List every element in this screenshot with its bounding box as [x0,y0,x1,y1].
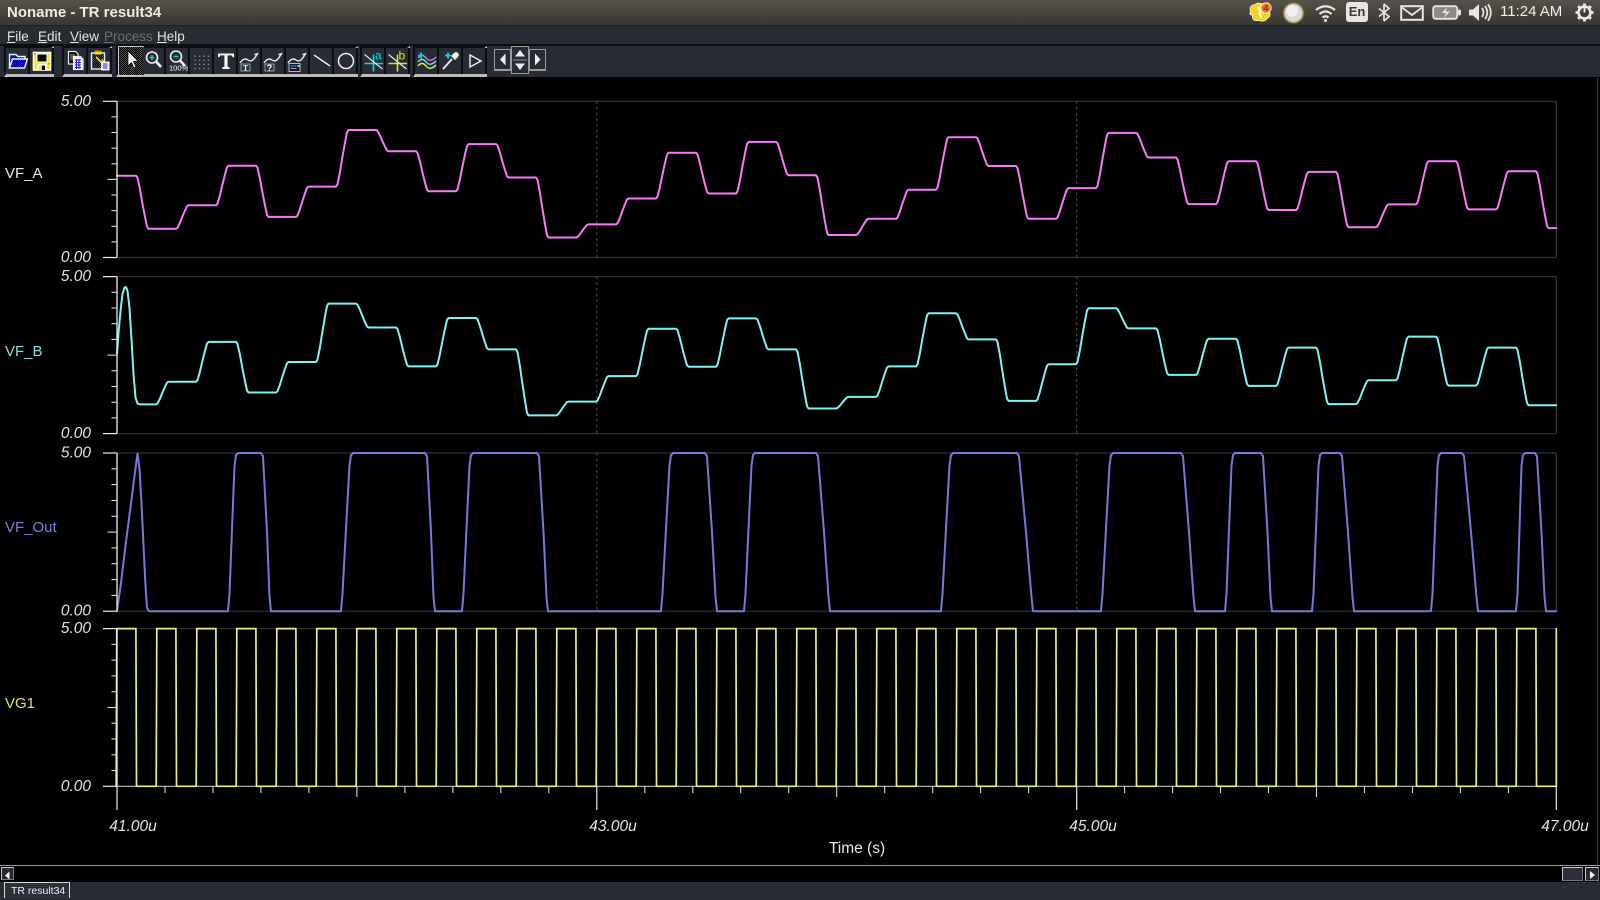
svg-text:45.00u: 45.00u [1069,818,1117,835]
svg-text:?: ? [267,63,273,73]
svg-text:5.00: 5.00 [61,445,92,462]
svg-text:b: b [399,49,406,63]
svg-text:VF_B: VF_B [5,343,43,360]
svg-text:5.00: 5.00 [61,620,92,637]
svg-text:T: T [243,64,249,73]
svg-text:a: a [375,49,382,63]
svg-text:5.00: 5.00 [61,93,92,110]
svg-text:0.00: 0.00 [61,425,92,442]
svg-text:0.00: 0.00 [61,778,92,795]
svg-text:100%: 100% [169,64,188,73]
svg-text:VG1: VG1 [5,695,35,712]
svg-text:41.00u: 41.00u [109,818,157,835]
svg-text:5.00: 5.00 [61,268,92,285]
svg-text:0.00: 0.00 [61,603,92,620]
svg-text:Time (s): Time (s) [829,840,885,857]
svg-text:0.00: 0.00 [61,249,92,266]
svg-text:43.00u: 43.00u [589,818,637,835]
svg-text:VF_A: VF_A [5,165,43,182]
svg-text:47.00u: 47.00u [1541,818,1589,835]
svg-text:VF_Out: VF_Out [5,519,58,536]
svg-text:4: 4 [1264,4,1269,13]
